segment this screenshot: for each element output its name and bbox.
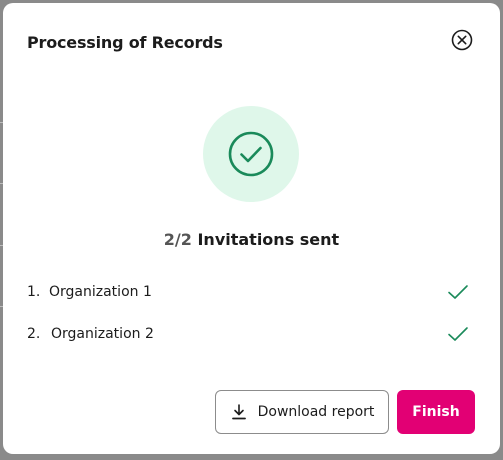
list-item-number: 2. xyxy=(27,326,41,342)
check-circle-icon xyxy=(228,131,274,177)
list-item-number: 1. xyxy=(27,284,41,300)
organization-name: Organization 2 xyxy=(51,326,154,342)
check-icon xyxy=(448,285,468,299)
processing-dialog: Processing of Records 2/2 Invitations se… xyxy=(3,3,500,454)
list-item: 2. Organization 2 xyxy=(27,323,475,365)
download-report-label: Download report xyxy=(257,404,375,420)
finish-button[interactable]: Finish xyxy=(397,390,475,434)
organization-name: Organization 1 xyxy=(49,284,152,300)
download-icon xyxy=(231,404,246,420)
success-indicator xyxy=(203,106,299,202)
list-item: 1. Organization 1 xyxy=(27,281,475,323)
close-button[interactable] xyxy=(451,29,473,51)
dialog-title: Processing of Records xyxy=(27,33,223,52)
invitations-status-text: Invitations sent xyxy=(197,230,340,249)
download-report-button[interactable]: Download report xyxy=(215,390,389,434)
finish-label: Finish xyxy=(412,404,460,420)
invitations-count: 2/2 xyxy=(163,230,192,249)
invitations-status: 2/2 Invitations sent xyxy=(3,230,500,249)
close-circle-icon xyxy=(451,29,473,51)
check-icon xyxy=(448,327,468,341)
organization-list: 1. Organization 1 2. Organization 2 xyxy=(27,281,475,365)
